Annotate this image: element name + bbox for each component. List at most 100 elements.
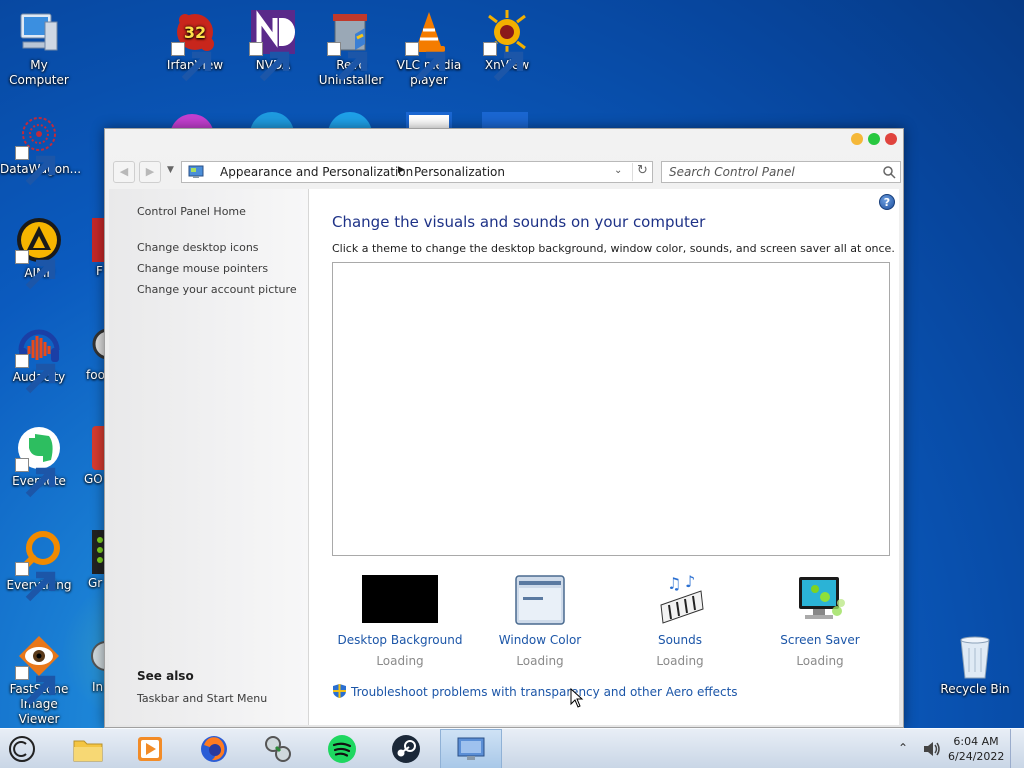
desktop-icon-irfanview[interactable]: 32 IrfanView	[156, 8, 234, 82]
desktop-icon-my-computer[interactable]: My Computer	[0, 8, 78, 88]
taskbar-file-explorer[interactable]	[72, 733, 106, 765]
desktop-icon-partial[interactable]: GO	[78, 424, 104, 487]
shortcut-arrow-icon	[15, 146, 56, 186]
window-color-option[interactable]: Window Color Loading	[470, 575, 610, 668]
minimize-button[interactable]	[851, 133, 863, 145]
screen-saver-label[interactable]: Screen Saver	[750, 633, 890, 647]
taskbar-start-menu-link[interactable]: Taskbar and Start Menu	[137, 692, 267, 705]
system-clock[interactable]: 6:04 AM 6/24/2022	[948, 734, 1004, 764]
foobar-icon	[78, 320, 104, 368]
desktop-background-label[interactable]: Desktop Background	[330, 633, 470, 647]
audacity-icon	[15, 320, 63, 394]
taskbar-network-app[interactable]	[262, 733, 296, 765]
change-mouse-pointers-link[interactable]: Change mouse pointers	[137, 262, 268, 275]
help-icon[interactable]: ?	[879, 194, 895, 210]
navigation-toolbar: ◀ ▶ ▼ Appearance and Personalization ▶ P…	[109, 159, 901, 187]
desktop-icon-vlc[interactable]: VLC media player	[390, 8, 468, 88]
control-panel-icon	[188, 165, 204, 178]
taskbar-control-panel[interactable]	[455, 733, 489, 765]
desktop-icon-faststone[interactable]: FastStone Image Viewer	[0, 632, 78, 727]
window-color-label[interactable]: Window Color	[470, 633, 610, 647]
clock-time: 6:04 AM	[953, 735, 999, 748]
control-panel-home-link[interactable]: Control Panel Home	[137, 205, 246, 218]
red-app-icon	[78, 424, 104, 472]
taskbar-firefox[interactable]	[198, 733, 232, 765]
everything-magnifier-icon	[15, 528, 63, 602]
desktop-icon-everything[interactable]: Everything	[0, 528, 78, 602]
desktop-background-status: Loading	[376, 654, 424, 668]
desktop-icon-xnview[interactable]: XnView	[468, 8, 546, 82]
desktop-icon-partial[interactable]: In	[78, 632, 104, 695]
start-button[interactable]	[6, 733, 40, 765]
show-hidden-icons-icon[interactable]: ⌃	[898, 741, 908, 755]
hidden-icon-peek	[406, 110, 452, 128]
breadcrumb-personalization[interactable]: Personalization	[414, 165, 505, 179]
breadcrumb-separator-icon[interactable]: ▶	[398, 165, 405, 175]
green-dots-icon	[78, 528, 104, 576]
control-panel-taskbar-icon	[457, 737, 485, 760]
volume-icon[interactable]	[922, 740, 942, 758]
refresh-icon[interactable]: ↻	[632, 163, 652, 181]
personalization-window: ◀ ▶ ▼ Appearance and Personalization ▶ P…	[104, 128, 904, 728]
search-icon[interactable]	[882, 165, 896, 179]
shortcut-arrow-icon	[327, 42, 368, 82]
xnview-icon	[483, 8, 531, 82]
taskbar-steam[interactable]	[390, 733, 424, 765]
datawagon-icon	[15, 112, 63, 186]
desktop-icon-audacity[interactable]: Audacity	[0, 320, 78, 394]
back-button[interactable]: ◀	[113, 161, 135, 183]
shortcut-arrow-icon	[483, 42, 524, 82]
sounds-option[interactable]: ♫ ♪ Sounds Loading	[610, 572, 750, 668]
recycle-bin-icon	[951, 632, 999, 680]
desktop-icon-partial[interactable]: foo	[78, 320, 104, 383]
shield-icon	[333, 684, 346, 698]
desktop-icon-recycle-bin[interactable]: Recycle Bin	[936, 632, 1014, 697]
desktop-background-option[interactable]: Desktop Background Loading	[330, 575, 470, 668]
hidden-icon-peek	[170, 112, 214, 128]
address-dropdown-icon[interactable]: ⌄	[614, 165, 622, 176]
evernote-elephant-icon	[15, 424, 63, 498]
shortcut-arrow-icon	[15, 354, 56, 394]
troubleshoot-aero-link[interactable]: Troubleshoot problems with transparency …	[332, 683, 738, 699]
media-player-icon	[138, 737, 162, 761]
mouse-cursor-icon	[570, 688, 584, 708]
desktop-background-preview-icon	[361, 575, 439, 625]
desktop-icon-datawagon[interactable]: DataWagon...	[0, 112, 81, 186]
shortcut-arrow-icon	[405, 42, 446, 82]
desktop-icon-partial[interactable]: F	[78, 216, 104, 279]
desktop-icon-revo-uninstaller[interactable]: Revo Uninstaller	[312, 8, 390, 88]
irfanview-icon: 32	[171, 8, 219, 82]
search-input[interactable]: Search Control Panel	[661, 161, 901, 183]
spotify-icon	[328, 735, 356, 763]
faststone-eye-icon	[15, 632, 63, 706]
shortcut-arrow-icon	[15, 458, 56, 498]
close-button[interactable]	[885, 133, 897, 145]
my-computer-icon	[15, 8, 63, 56]
taskbar-spotify[interactable]	[326, 733, 360, 765]
change-desktop-icons-link[interactable]: Change desktop icons	[137, 241, 259, 254]
address-bar[interactable]: Appearance and Personalization ▶ Persona…	[181, 161, 653, 183]
desktop-icon-nvda[interactable]: NVDA	[234, 8, 312, 82]
recent-pages-dropdown[interactable]: ▼	[167, 165, 174, 175]
forward-button[interactable]: ▶	[139, 161, 161, 183]
sounds-label[interactable]: Sounds	[610, 633, 750, 647]
screen-saver-option[interactable]: Screen Saver Loading	[750, 575, 890, 668]
taskbar: ⌃ 6:04 AM 6/24/2022	[0, 728, 1024, 768]
desktop-icon-aimp[interactable]: AIMP	[0, 216, 78, 290]
breadcrumb-appearance[interactable]: Appearance and Personalization	[220, 165, 413, 179]
clock-date: 6/24/2022	[948, 750, 1005, 763]
change-account-picture-link[interactable]: Change your account picture	[137, 283, 297, 296]
troubleshoot-aero-label[interactable]: Troubleshoot problems with transparency …	[351, 685, 738, 699]
search-placeholder: Search Control Panel	[669, 165, 795, 179]
window-color-status: Loading	[516, 654, 564, 668]
show-desktop-button[interactable]	[1010, 729, 1024, 768]
theme-list[interactable]	[332, 262, 890, 556]
window-color-icon	[501, 575, 579, 625]
screen-saver-status: Loading	[796, 654, 844, 668]
page-title: Change the visuals and sounds on your co…	[332, 213, 706, 231]
taskbar-media-player[interactable]	[134, 733, 168, 765]
desktop-icon-partial[interactable]: Gr	[78, 528, 104, 591]
svg-text:♪: ♪	[685, 575, 695, 591]
maximize-button[interactable]	[868, 133, 880, 145]
desktop-icon-evernote[interactable]: Evernote	[0, 424, 78, 498]
